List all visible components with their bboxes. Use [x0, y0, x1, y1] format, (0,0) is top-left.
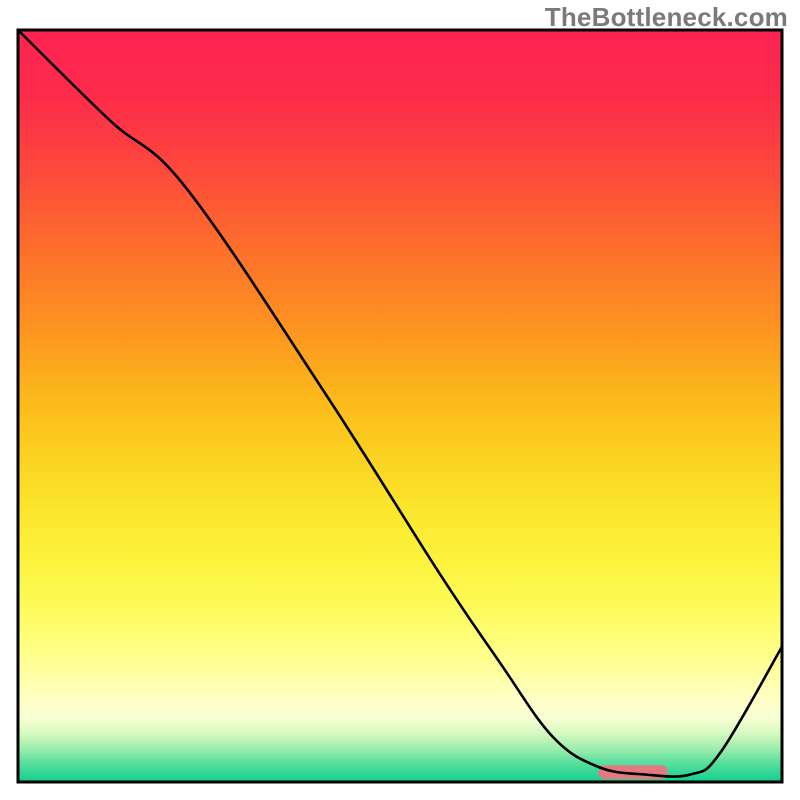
- optimum-marker: [599, 765, 668, 779]
- chart-svg: [0, 0, 800, 800]
- gradient-background: [18, 30, 782, 782]
- watermark-text: TheBottleneck.com: [545, 2, 788, 33]
- chart-stage: TheBottleneck.com: [0, 0, 800, 800]
